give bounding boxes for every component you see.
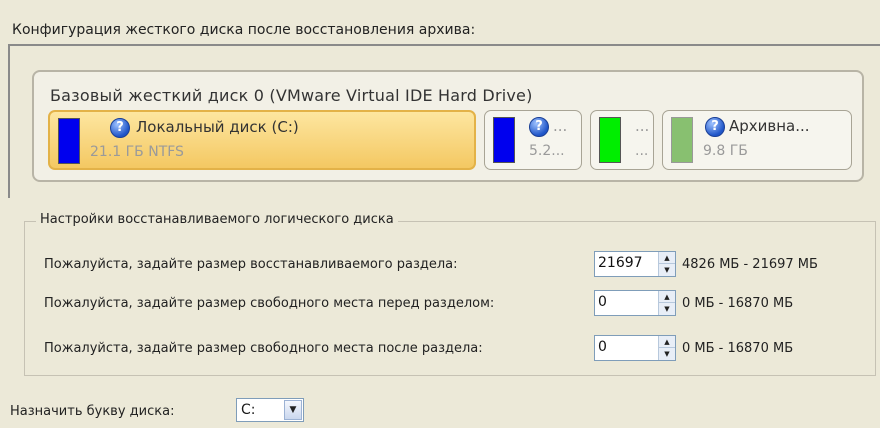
spin-down-button[interactable]: ▼ [659, 348, 675, 360]
partition-3[interactable]: ... ... [590, 110, 654, 170]
partition-size-stepper[interactable]: 21697 ▲ ▼ [594, 251, 676, 277]
section-title: Конфигурация жесткого диска после восста… [12, 22, 476, 38]
partition-archive[interactable]: ? Архивна... 9.8 ГБ [662, 110, 852, 170]
partition-bar [599, 117, 621, 163]
free-after-label: Пожалуйста, задайте размер свободного ме… [44, 341, 483, 356]
partition-bar [671, 117, 693, 163]
spin-up-button[interactable]: ▲ [659, 291, 675, 303]
disk-group: Базовый жесткий диск 0 (VMware Virtual I… [32, 70, 864, 182]
settings-legend: Настройки восстанавливаемого логического… [36, 212, 398, 227]
drive-letter-value: C: [241, 402, 256, 418]
help-icon[interactable]: ? [110, 118, 130, 138]
spin-down-button[interactable]: ▼ [659, 303, 675, 315]
partition-info: ... [635, 143, 649, 159]
free-after-stepper[interactable]: 0 ▲ ▼ [594, 335, 676, 361]
free-before-label: Пожалуйста, задайте размер свободного ме… [44, 296, 495, 311]
stepper-value[interactable]: 0 [598, 339, 607, 355]
partition-name: ... [553, 117, 568, 135]
free-before-range: 0 МБ - 16870 МБ [682, 296, 794, 311]
help-icon[interactable]: ? [529, 117, 549, 137]
partition-name: Архивна... [729, 117, 810, 135]
free-after-range: 0 МБ - 16870 МБ [682, 341, 794, 356]
partition-info: 21.1 ГБ NTFS [90, 144, 184, 160]
stepper-value[interactable]: 0 [598, 294, 607, 310]
spin-up-button[interactable]: ▲ [659, 252, 675, 264]
help-icon[interactable]: ? [705, 117, 725, 137]
stepper-buttons: ▲ ▼ [658, 291, 675, 315]
partition-info: 9.8 ГБ [703, 143, 748, 159]
partition-2[interactable]: ? ... 5.2... [484, 110, 582, 170]
partition-name: Локальный диск (C:) [136, 118, 299, 136]
partition-size-range: 4826 МБ - 21697 МБ [682, 257, 818, 272]
stepper-value[interactable]: 21697 [598, 255, 643, 271]
spin-up-button[interactable]: ▲ [659, 336, 675, 348]
partition-bar [493, 117, 515, 163]
free-before-stepper[interactable]: 0 ▲ ▼ [594, 290, 676, 316]
drive-letter-select[interactable]: C: ▼ [236, 398, 304, 422]
spin-down-button[interactable]: ▼ [659, 264, 675, 276]
partition-c[interactable]: ? Локальный диск (C:) 21.1 ГБ NTFS [48, 110, 476, 170]
chevron-down-icon[interactable]: ▼ [284, 400, 302, 420]
stepper-buttons: ▲ ▼ [658, 252, 675, 276]
drive-letter-label: Назначить букву диска: [10, 404, 175, 419]
partition-size-label: Пожалуйста, задайте размер восстанавлива… [44, 257, 458, 272]
partition-info: 5.2... [529, 143, 565, 159]
stepper-buttons: ▲ ▼ [658, 336, 675, 360]
partition-bar [58, 118, 80, 164]
disk-title: Базовый жесткий диск 0 (VMware Virtual I… [50, 86, 533, 105]
partition-name: ... [635, 117, 650, 135]
